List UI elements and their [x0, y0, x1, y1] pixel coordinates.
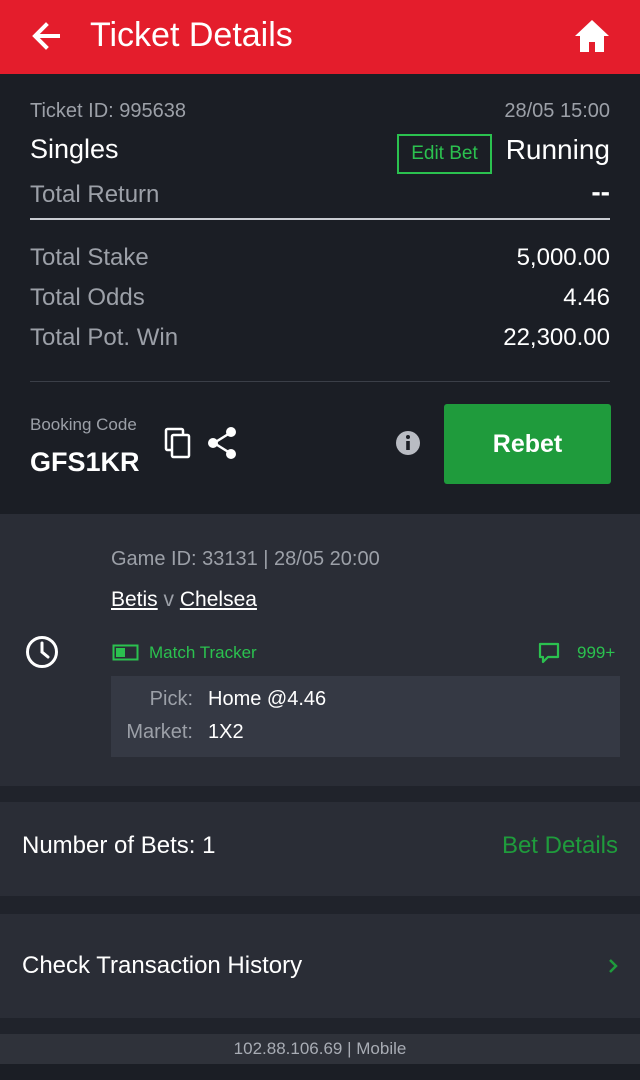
status-badge: Running [505, 134, 610, 165]
total-pot-win-label: Total Pot. Win [30, 324, 179, 351]
total-return-value: -- [591, 176, 610, 207]
rebet-button[interactable]: Rebet [444, 404, 611, 484]
separator [0, 896, 640, 914]
share-icon[interactable] [206, 426, 238, 460]
footer-ip: 102.88.106.69 | Mobile [0, 1034, 640, 1064]
match-tracker-label: Match Tracker [149, 643, 257, 662]
match-name[interactable]: Betis v Chelsea [111, 588, 257, 612]
total-odds-label: Total Odds [30, 284, 145, 311]
home-icon[interactable] [572, 16, 612, 56]
arrow-left-icon[interactable] [26, 16, 66, 56]
separator [0, 786, 640, 802]
transaction-history-row[interactable]: Check Transaction History [0, 914, 640, 1018]
bet-type: Singles [30, 134, 119, 164]
info-icon[interactable] [395, 430, 421, 456]
comments-icon[interactable] [538, 642, 560, 664]
number-of-bets-row: Number of Bets: 1 Bet Details [0, 802, 640, 896]
transaction-history-label[interactable]: Check Transaction History [22, 952, 302, 980]
clock-icon [26, 636, 58, 668]
number-of-bets: Number of Bets: 1 [22, 832, 216, 859]
edit-bet-button[interactable]: Edit Bet [397, 134, 492, 174]
away-team-link[interactable]: Chelsea [180, 588, 257, 611]
copy-icon[interactable] [163, 427, 193, 459]
divider [30, 381, 610, 382]
total-odds-value: 4.46 [563, 284, 610, 311]
page-title: Ticket Details [90, 16, 293, 54]
game-info: Game ID: 33131 | 28/05 20:00 [111, 548, 380, 570]
selection-card: Game ID: 33131 | 28/05 20:00 Betis v Che… [0, 514, 640, 786]
booking-code: GFS1KR [30, 447, 140, 477]
chevron-right-icon[interactable] [606, 957, 620, 975]
total-return-label: Total Return [30, 181, 160, 208]
pick-box: Pick: Home @4.46 Market: 1X2 [111, 676, 620, 757]
versus-text: v [163, 588, 175, 611]
separator [0, 1018, 640, 1034]
total-pot-win-value: 22,300.00 [503, 324, 610, 351]
pick-label: Pick: [149, 688, 193, 710]
total-stake-label: Total Stake [30, 244, 149, 271]
market-value: 1X2 [208, 721, 244, 743]
bet-details-link[interactable]: Bet Details [502, 832, 618, 860]
top-app-bar: Ticket Details [0, 0, 640, 74]
divider [30, 218, 610, 220]
ticket-summary-panel: Ticket ID: 995638 28/05 15:00 Singles Ed… [0, 74, 640, 514]
ticket-datetime: 28/05 15:00 [504, 100, 610, 122]
market-label: Market: [126, 721, 193, 743]
comments-count[interactable]: 999+ [577, 641, 615, 665]
match-tracker-icon [112, 644, 139, 661]
home-team-link[interactable]: Betis [111, 588, 158, 611]
bottom-strip [0, 1064, 640, 1080]
ticket-id: Ticket ID: 995638 [30, 100, 187, 122]
pick-value: Home @4.46 [208, 688, 327, 710]
total-stake-value: 5,000.00 [516, 244, 610, 271]
booking-code-label: Booking Code [30, 415, 137, 434]
